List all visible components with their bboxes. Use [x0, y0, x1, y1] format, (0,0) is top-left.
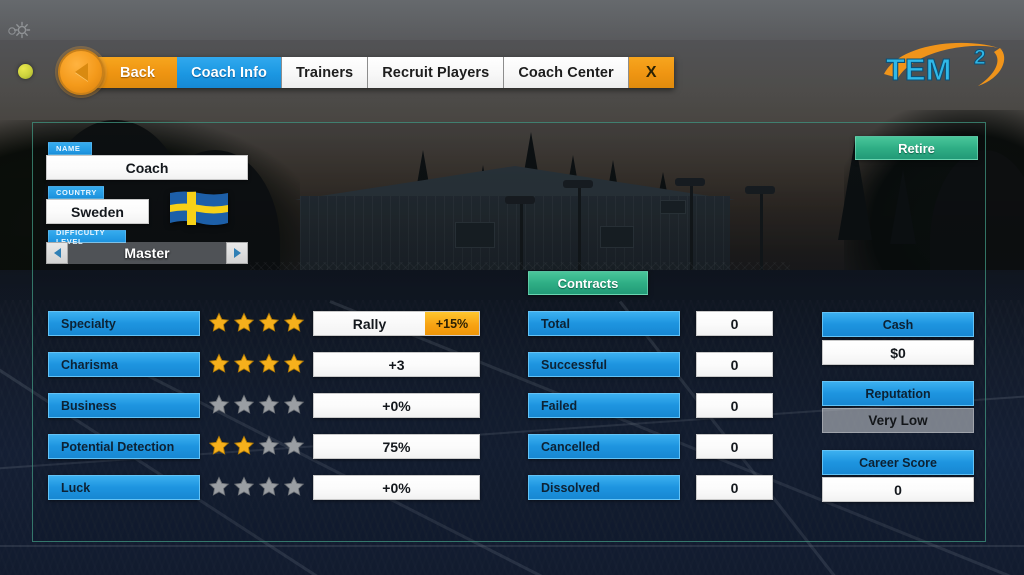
attribute-value-specialty[interactable]: Rally +15%	[313, 311, 480, 336]
star-empty-icon	[258, 435, 280, 455]
difficulty-next-button[interactable]	[226, 242, 248, 264]
star-filled-icon	[233, 312, 255, 332]
summary-value-career-score: 0	[822, 477, 974, 502]
chevron-left-icon	[53, 248, 61, 258]
specialty-bonus-badge: +15%	[425, 312, 479, 335]
summary-value-reputation: Very Low	[822, 408, 974, 433]
attribute-label-business: Business	[48, 393, 200, 418]
svg-text:TEM: TEM	[886, 52, 951, 87]
svg-text:2: 2	[974, 46, 986, 69]
summary-label-career-score: Career Score	[822, 450, 974, 475]
star-empty-icon	[283, 435, 305, 455]
star-empty-icon	[208, 394, 230, 414]
tab-recruit-players[interactable]: Recruit Players	[368, 57, 505, 88]
contracts-value-cancelled: 0	[696, 434, 773, 459]
attribute-stars-specialty	[208, 312, 305, 333]
attribute-stars-charisma	[208, 353, 305, 374]
main-navigation: Back Coach Info Trainers Recruit Players…	[78, 57, 674, 88]
contracts-label-total: Total	[528, 311, 680, 336]
contracts-label-failed: Failed	[528, 393, 680, 418]
back-arrow-icon	[74, 63, 88, 81]
difficulty-value: Master	[68, 242, 226, 264]
contracts-value-successful: 0	[696, 352, 773, 377]
star-filled-icon	[233, 435, 255, 455]
tab-coach-info[interactable]: Coach Info	[177, 57, 282, 88]
contracts-label-successful: Successful	[528, 352, 680, 377]
chevron-right-icon	[233, 248, 241, 258]
difficulty-selector: Master	[46, 242, 248, 264]
difficulty-prev-button[interactable]	[46, 242, 68, 264]
tab-coach-center[interactable]: Coach Center	[504, 57, 629, 88]
star-filled-icon	[283, 312, 305, 332]
star-empty-icon	[283, 394, 305, 414]
back-button-circle[interactable]	[58, 49, 104, 95]
coach-name-field[interactable]: Coach	[46, 155, 248, 180]
star-empty-icon	[233, 476, 255, 496]
game-screen: Back Coach Info Trainers Recruit Players…	[0, 0, 1024, 575]
summary-label-cash: Cash	[822, 312, 974, 337]
name-label: NAME	[48, 142, 92, 155]
gear-icon[interactable]	[6, 20, 32, 42]
attribute-value-charisma[interactable]: +3	[313, 352, 480, 377]
close-button[interactable]: X	[628, 57, 674, 88]
star-empty-icon	[233, 394, 255, 414]
summary-label-reputation: Reputation	[822, 381, 974, 406]
contracts-value-total: 0	[696, 311, 773, 336]
contracts-label-dissolved: Dissolved	[528, 475, 680, 500]
summary-value-cash: $0	[822, 340, 974, 365]
attribute-value-business[interactable]: +0%	[313, 393, 480, 418]
attribute-value-luck[interactable]: +0%	[313, 475, 480, 500]
attribute-label-luck: Luck	[48, 475, 200, 500]
game-logo: TEM 2	[884, 42, 1005, 88]
attribute-label-specialty: Specialty	[48, 311, 200, 336]
star-filled-icon	[208, 435, 230, 455]
country-label: COUNTRY	[48, 186, 104, 199]
top-bar	[0, 0, 1024, 40]
star-filled-icon	[208, 312, 230, 332]
specialty-name: Rally	[314, 312, 425, 335]
star-empty-icon	[208, 476, 230, 496]
attribute-stars-business	[208, 394, 305, 415]
star-filled-icon	[208, 353, 230, 373]
contracts-header[interactable]: Contracts	[528, 271, 648, 295]
star-empty-icon	[258, 476, 280, 496]
star-filled-icon	[258, 353, 280, 373]
star-filled-icon	[233, 353, 255, 373]
star-filled-icon	[283, 353, 305, 373]
attribute-value-potential-detection[interactable]: 75%	[313, 434, 480, 459]
contracts-label-cancelled: Cancelled	[528, 434, 680, 459]
attribute-label-charisma: Charisma	[48, 352, 200, 377]
tab-trainers[interactable]: Trainers	[282, 57, 369, 88]
tennis-ball-icon	[18, 64, 33, 79]
attribute-stars-luck	[208, 476, 305, 497]
country-field[interactable]: Sweden	[46, 199, 149, 224]
star-empty-icon	[258, 394, 280, 414]
contracts-value-dissolved: 0	[696, 475, 773, 500]
attribute-label-potential-detection: Potential Detection	[48, 434, 200, 459]
contracts-value-failed: 0	[696, 393, 773, 418]
sweden-flag-icon	[170, 191, 228, 225]
star-filled-icon	[258, 312, 280, 332]
retire-button[interactable]: Retire	[855, 136, 978, 160]
attribute-stars-potential-detection	[208, 435, 305, 456]
star-empty-icon	[283, 476, 305, 496]
